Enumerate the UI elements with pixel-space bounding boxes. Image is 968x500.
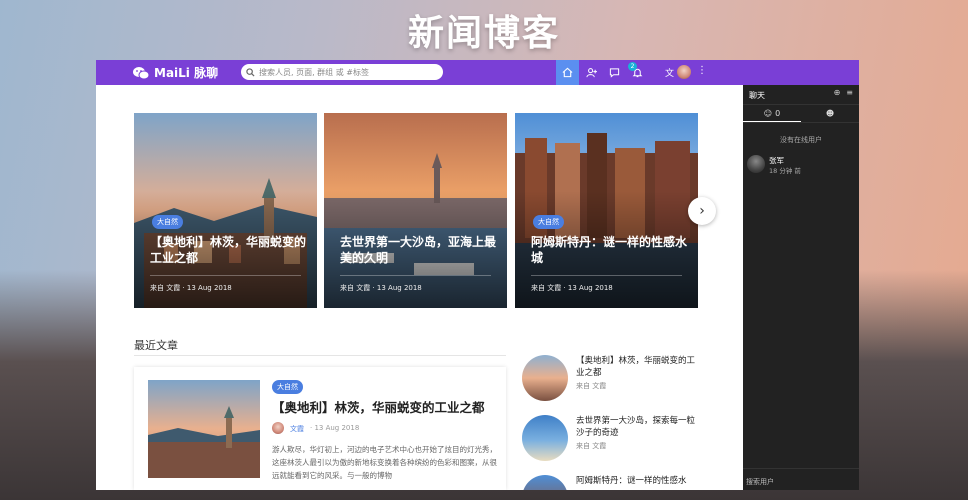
author-avatar[interactable]: [272, 422, 284, 434]
list-item-title[interactable]: 阿姆斯特丹：谜一样的性感水: [576, 475, 701, 487]
card-meta: 来自 文霞 · 13 Aug 2018: [531, 284, 613, 292]
user-icon: ☺: [763, 108, 773, 118]
main-content: 大自然 【奥地利】林茨，华丽蜕变的工业之都 来自 文霞 · 13 Aug 201…: [96, 85, 743, 490]
card-date: 13 Aug 2018: [376, 284, 422, 292]
card-shade: [134, 113, 317, 308]
featured-card[interactable]: 大自然 阿姆斯特丹：谜一样的性感水城 来自 文霞 · 13 Aug 2018: [515, 113, 698, 308]
language-switch[interactable]: 文: [665, 66, 674, 79]
list-thumbnail: [522, 355, 568, 401]
list-item-title[interactable]: 【奥地利】林茨，华丽蜕变的工业之都: [576, 355, 701, 379]
search-icon: [246, 67, 255, 77]
tab-friends[interactable]: ☻: [801, 105, 859, 122]
list-thumbnail: [522, 475, 568, 490]
article-title[interactable]: 【奥地利】林茨，华丽蜕变的工业之都: [272, 397, 485, 416]
friend-avatar: [747, 155, 765, 173]
recent-article-card[interactable]: 大自然 【奥地利】林茨，华丽蜕变的工业之都 文霞 · 13 Aug 2018 游…: [134, 367, 506, 490]
more-menu-icon[interactable]: ⋮: [697, 65, 707, 76]
card-meta: 来自 文霞 · 13 Aug 2018: [340, 284, 422, 292]
category-badge[interactable]: 大自然: [533, 215, 564, 229]
divider: [531, 275, 682, 276]
banner-title: 新闻博客: [407, 13, 560, 54]
home-icon: [562, 67, 573, 78]
logo-text: MaiLi 脉聊: [154, 66, 219, 80]
list-item-meta: 来自 文霞: [576, 382, 607, 390]
add-user-icon: [586, 68, 597, 78]
chat-header-actions: ⊕ ≡: [834, 88, 853, 97]
chat-tabs: ☺ 0 ☻: [743, 105, 859, 123]
friend-item[interactable]: 张军 18 分钟 前: [747, 153, 857, 175]
app-window: MaiLi 脉聊 搜索人员, 页面, 群组 或 #标签 2 文 ⋮ 大自然 【奥…: [96, 60, 859, 490]
card-shade: [324, 113, 507, 308]
list-item-title[interactable]: 去世界第一大沙岛，探索每一粒沙子的奇迹: [576, 415, 701, 439]
user-avatar[interactable]: [677, 65, 691, 79]
tab-online[interactable]: ☺ 0: [743, 105, 801, 122]
article-date: · 13 Aug 2018: [310, 424, 360, 432]
notification-badge: 2: [628, 62, 637, 71]
card-title[interactable]: 【奥地利】林茨，华丽蜕变的工业之都: [150, 234, 310, 266]
no-online-users: 没有在线用户: [780, 136, 822, 144]
carousel-next-button[interactable]: ›: [688, 197, 716, 225]
featured-card[interactable]: 去世界第一大沙岛，亚海上最美的久明 来自 文霞 · 13 Aug 2018: [324, 113, 507, 308]
divider: [340, 275, 491, 276]
category-badge[interactable]: 大自然: [272, 380, 303, 394]
divider: [134, 355, 506, 356]
user-search[interactable]: [743, 468, 859, 490]
global-search[interactable]: [241, 64, 443, 80]
list-item[interactable]: 阿姆斯特丹：谜一样的性感水: [522, 475, 702, 490]
home-button[interactable]: [556, 60, 579, 85]
card-shade: [515, 113, 698, 308]
tab-online-count: 0: [775, 108, 781, 118]
card-author[interactable]: 来自 文霞: [150, 284, 180, 292]
category-badge[interactable]: 大自然: [152, 215, 183, 229]
chat-sidebar: 聊天 ⊕ ≡ ☺ 0 ☻ 没有在线用户 张军 18 分钟 前: [743, 85, 859, 490]
card-date: 13 Aug 2018: [567, 284, 613, 292]
chat-bubbles-icon: [133, 66, 149, 79]
add-user-icon[interactable]: ⊕: [834, 88, 841, 97]
logo[interactable]: MaiLi 脉聊: [133, 64, 218, 81]
messages-button[interactable]: [603, 60, 626, 85]
card-date: 13 Aug 2018: [186, 284, 232, 292]
article-author[interactable]: 文霞: [290, 424, 304, 434]
article-excerpt: 游人欺尽，华灯初上，河边的电子艺术中心也开始了炫目的灯光秀，这座林茨人最引以为傲…: [272, 445, 497, 480]
top-navbar: MaiLi 脉聊 搜索人员, 页面, 群组 或 #标签 2 文 ⋮: [96, 60, 859, 85]
search-input[interactable]: [259, 67, 439, 77]
users-icon: ☻: [825, 109, 835, 118]
chat-header: 聊天 ⊕ ≡: [743, 85, 859, 105]
list-item[interactable]: 去世界第一大沙岛，探索每一粒沙子的奇迹 来自 文霞: [522, 415, 702, 465]
list-thumbnail: [522, 415, 568, 461]
message-icon: [609, 68, 620, 78]
settings-sliders-icon[interactable]: ≡: [846, 88, 853, 97]
featured-card[interactable]: 大自然 【奥地利】林茨，华丽蜕变的工业之都 来自 文霞 · 13 Aug 201…: [134, 113, 317, 308]
divider: [150, 275, 301, 276]
user-search-input[interactable]: [746, 478, 856, 486]
card-title[interactable]: 阿姆斯特丹：谜一样的性感水城: [531, 234, 691, 266]
chat-title: 聊天: [749, 91, 765, 100]
add-friend-button[interactable]: [580, 60, 603, 85]
recent-heading: 最近文章: [134, 339, 178, 352]
list-item-meta: 来自 文霞: [576, 442, 607, 450]
card-title[interactable]: 去世界第一大沙岛，亚海上最美的久明: [340, 234, 500, 266]
card-author[interactable]: 来自 文霞: [340, 284, 370, 292]
chevron-right-icon: ›: [699, 203, 705, 219]
list-item[interactable]: 【奥地利】林茨，华丽蜕变的工业之都 来自 文霞: [522, 355, 702, 405]
article-thumbnail: [148, 380, 260, 478]
card-author[interactable]: 来自 文霞: [531, 284, 561, 292]
card-meta: 来自 文霞 · 13 Aug 2018: [150, 284, 232, 292]
article-date-text: 13 Aug 2018: [314, 424, 360, 432]
friend-last-seen: 18 分钟 前: [769, 167, 801, 175]
